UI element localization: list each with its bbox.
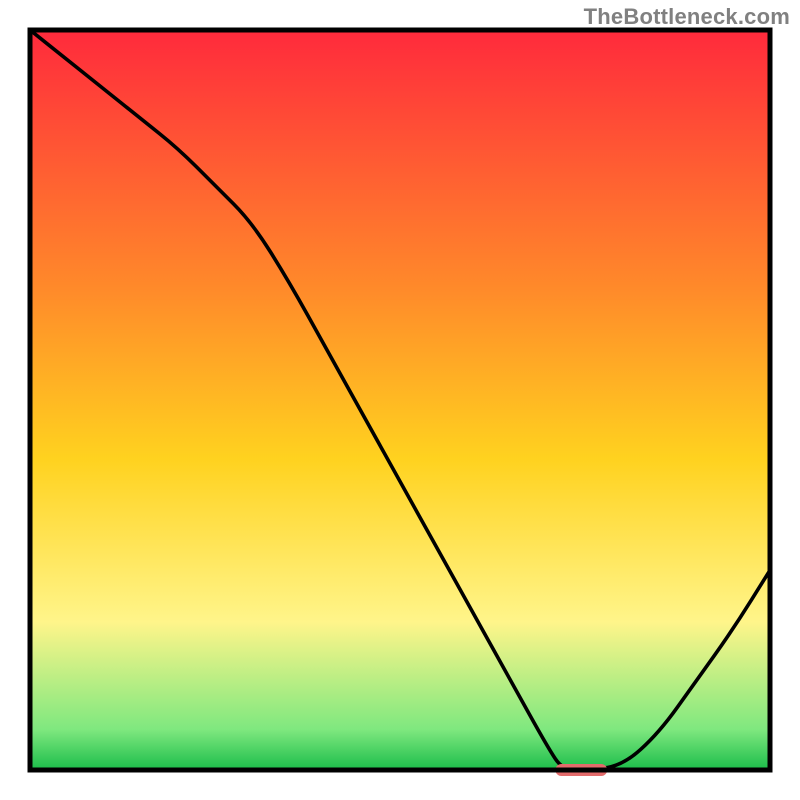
chart-stage: TheBottleneck.com: [0, 0, 800, 800]
chart-svg: [0, 0, 800, 800]
watermark-label: TheBottleneck.com: [584, 4, 790, 30]
plot-background: [30, 30, 770, 770]
